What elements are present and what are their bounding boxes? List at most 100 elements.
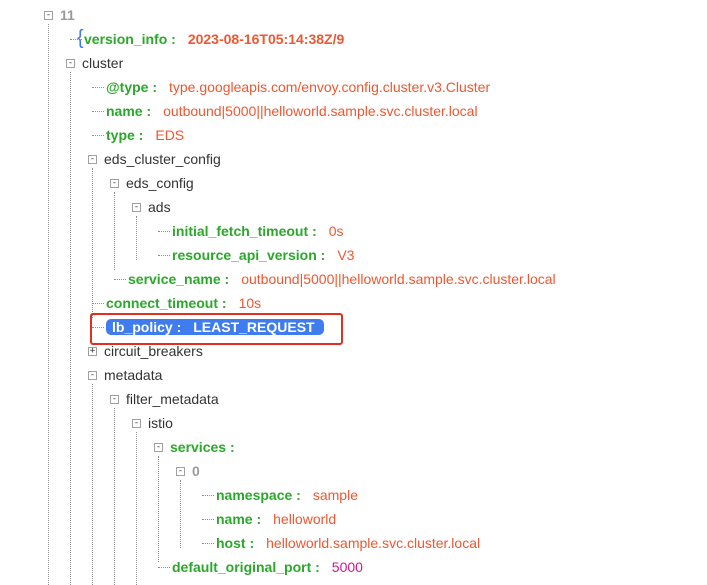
tree-guide-line: [158, 456, 159, 562]
tree-row-namespace[interactable]: namespace : sample: [216, 486, 358, 504]
node-label-ads: ads: [148, 199, 171, 215]
key-separator: :: [311, 559, 320, 575]
tree-connector: [92, 111, 104, 112]
tree-row-filter-metadata[interactable]: filter_metadata: [126, 390, 219, 408]
node-label-istio: istio: [148, 415, 173, 431]
key-separator: :: [226, 439, 235, 455]
key-separator: :: [218, 295, 227, 311]
node-label-eds-cluster-config: eds_cluster_config: [104, 151, 221, 167]
tree-connector: [158, 231, 170, 232]
tree-row-eds-config[interactable]: eds_config: [126, 174, 194, 192]
key-separator: :: [292, 487, 301, 503]
value-resource-api-version: V3: [337, 247, 355, 263]
collapse-toggle-svc0[interactable]: -: [176, 467, 185, 476]
tree-row-eds-cluster-config[interactable]: eds_cluster_config: [104, 150, 221, 168]
collapse-toggle-eds-config[interactable]: -: [110, 179, 119, 188]
tree-connector: [92, 87, 104, 88]
tree-connector: [92, 303, 104, 304]
tree-connector: [202, 543, 214, 544]
tree-guide-line: [114, 192, 115, 270]
node-label-metadata: metadata: [104, 367, 163, 383]
tree-guide-line: [48, 24, 49, 585]
value-name: outbound|5000||helloworld.sample.svc.clu…: [163, 103, 478, 119]
json-tree-view: -11 version_info :2023-08-16T05:14:38Z/9{…: [0, 0, 707, 585]
value-connect-timeout: 10s: [238, 295, 262, 311]
tree-row-type[interactable]: type : EDS: [106, 126, 184, 144]
value-type-url: type.googleapis.com/envoy.config.cluster…: [169, 79, 491, 95]
key-separator: :: [220, 271, 230, 287]
tree-row-default-original-port[interactable]: default_original_port :5000: [172, 558, 363, 576]
tree-row-svc-name[interactable]: name : helloworld: [216, 510, 336, 528]
tree-connector: [202, 495, 214, 496]
collapse-toggle-n11[interactable]: -: [44, 11, 53, 20]
node-label-n11: 11: [60, 7, 75, 23]
tree-guide-line: [136, 432, 137, 585]
tree-row-connect-timeout[interactable]: connect_timeout :10s: [106, 294, 261, 312]
tree-row-svc0[interactable]: 0: [192, 462, 200, 480]
value-namespace: sample: [312, 487, 358, 503]
node-label-eds-config: eds_config: [126, 175, 194, 191]
value-host: helloworld.sample.svc.cluster.local: [266, 535, 481, 551]
value-type: EDS: [155, 127, 185, 143]
tree-guide-line: [92, 384, 93, 585]
tree-row-services[interactable]: services :: [170, 438, 235, 456]
tree-guide-line: [180, 480, 181, 548]
tree-row-cluster[interactable]: cluster: [82, 54, 123, 72]
key-resource-api-version: resource_api_version: [172, 247, 317, 263]
collapse-toggle-ads[interactable]: -: [132, 203, 141, 212]
highlight-box: [90, 313, 343, 345]
key-initial-fetch-timeout: initial_fetch_timeout: [172, 223, 309, 239]
key-type: type: [106, 127, 135, 143]
tree-row-service-name[interactable]: service_name : outbound|5000||helloworld.…: [128, 270, 556, 288]
tree-guide-line: [114, 408, 115, 585]
value-default-original-port: 5000: [331, 559, 363, 575]
key-default-original-port: default_original_port: [172, 559, 312, 575]
key-separator: :: [308, 223, 317, 239]
tree-guide-line: [92, 168, 93, 318]
key-name: name: [106, 103, 143, 119]
key-namespace: namespace: [216, 487, 293, 503]
node-label-cluster: cluster: [82, 55, 124, 71]
value-svc-name: helloworld: [273, 511, 337, 527]
collapse-toggle-metadata[interactable]: -: [88, 371, 97, 380]
tree-connector: [92, 135, 104, 136]
tree-connector: [158, 567, 170, 568]
collapse-toggle-eds-cluster-config[interactable]: -: [88, 155, 97, 164]
key-separator: :: [148, 79, 157, 95]
tree-connector: [202, 519, 214, 520]
collapse-toggle-services[interactable]: -: [154, 443, 163, 452]
tree-row-type-url[interactable]: @type : type.googleapis.com/envoy.config.…: [106, 78, 490, 96]
collapse-toggle-filter-metadata[interactable]: -: [110, 395, 119, 404]
tree-row-n11[interactable]: 11: [60, 6, 75, 24]
tree-row-initial-fetch-timeout[interactable]: initial_fetch_timeout :0s: [172, 222, 344, 240]
tree-row-ads[interactable]: ads: [148, 198, 171, 216]
tree-row-istio[interactable]: istio: [148, 414, 173, 432]
key-host: host: [216, 535, 246, 551]
tree-row-metadata[interactable]: metadata: [104, 366, 162, 384]
key-separator: :: [245, 535, 255, 551]
tree-connector: [114, 279, 126, 280]
collapse-toggle-istio[interactable]: -: [132, 419, 141, 428]
key-services: services: [170, 439, 227, 455]
key-separator: :: [252, 511, 262, 527]
tree-row-host[interactable]: host : helloworld.sample.svc.cluster.loca…: [216, 534, 480, 552]
key-name: name: [216, 511, 253, 527]
key-separator: :: [316, 247, 326, 263]
key-separator: :: [142, 103, 152, 119]
node-label-svc0: 0: [192, 463, 200, 479]
node-label-circuit-breakers: circuit_breakers: [104, 343, 203, 359]
expand-toggle-circuit-breakers[interactable]: +: [88, 347, 97, 356]
tree-row-resource-api-version[interactable]: resource_api_version : V3: [172, 246, 354, 264]
value-version-info: 2023-08-16T05:14:38Z/9: [187, 31, 345, 47]
tree-guide-line: [70, 72, 71, 585]
collapse-toggle-cluster[interactable]: -: [66, 59, 75, 68]
tree-guide-line: [136, 216, 137, 260]
key-version-info: version_info: [84, 31, 168, 47]
open-brace-icon: {: [77, 27, 84, 49]
tree-row-name[interactable]: name : outbound|5000||helloworld.sample.s…: [106, 102, 478, 120]
key-separator: :: [134, 127, 144, 143]
key-type: @type: [106, 79, 149, 95]
tree-connector: [158, 255, 170, 256]
tree-row-version-info[interactable]: version_info :2023-08-16T05:14:38Z/9: [84, 30, 344, 48]
value-initial-fetch-timeout: 0s: [328, 223, 344, 239]
